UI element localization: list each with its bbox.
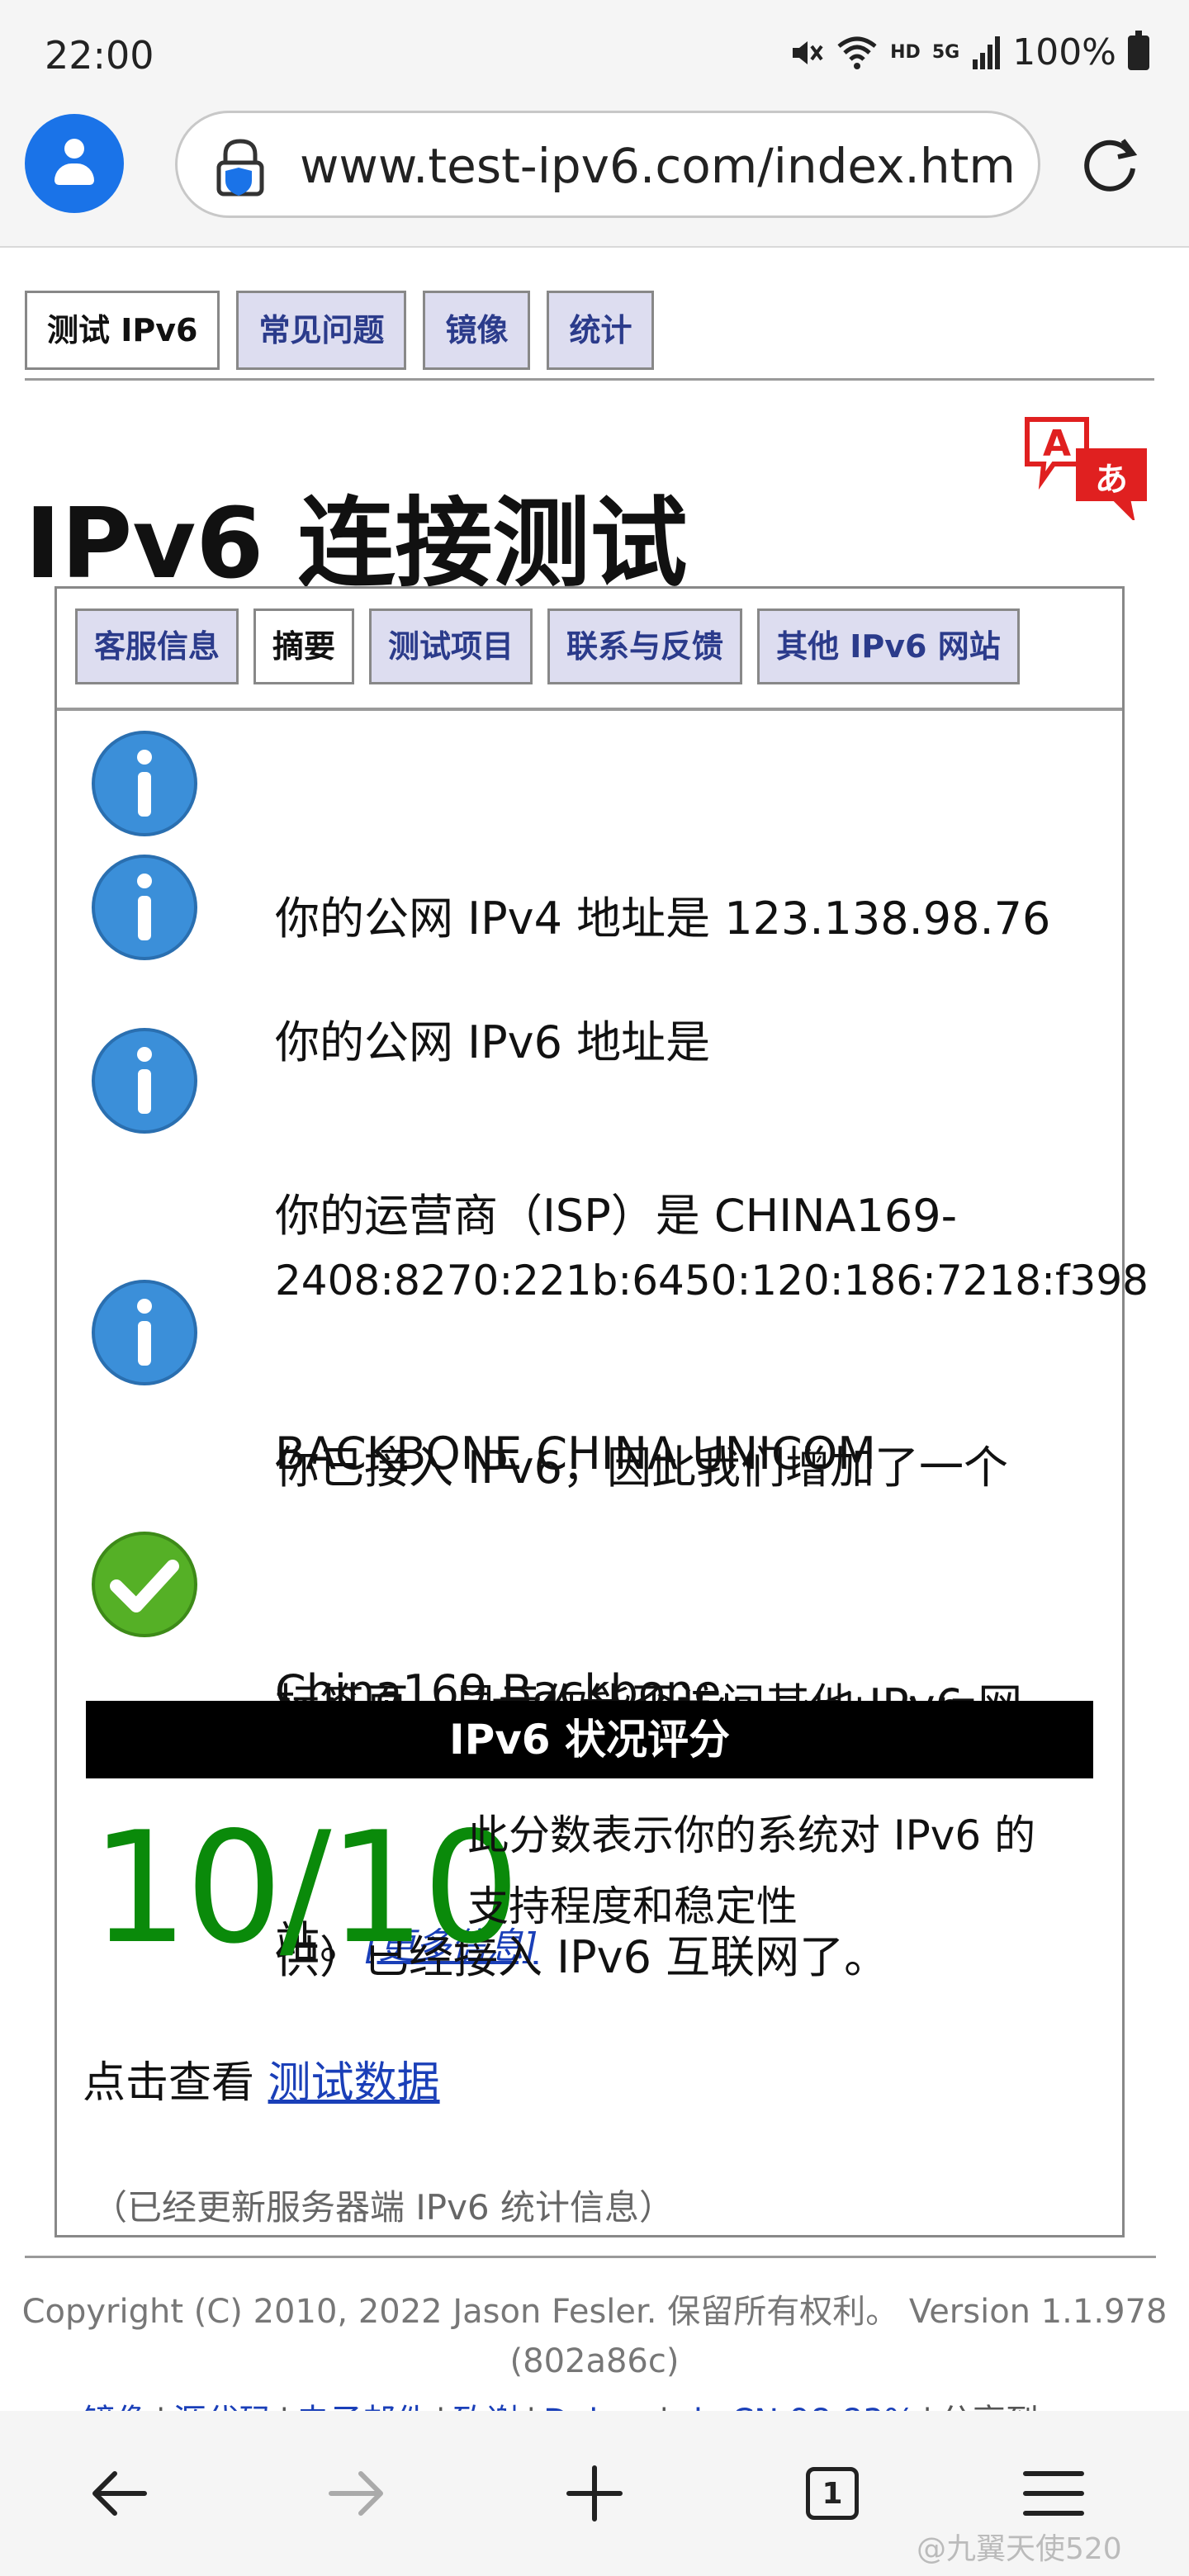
mute-icon xyxy=(793,40,823,64)
tab-faq[interactable]: 常见问题 xyxy=(236,291,407,370)
profile-avatar-icon[interactable] xyxy=(25,114,124,213)
wifi-icon xyxy=(837,36,877,69)
svg-text:あ: あ xyxy=(1095,461,1128,499)
reload-icon[interactable] xyxy=(1075,129,1144,198)
browser-toolbar: www.test-ipv6.com/index.htm xyxy=(0,107,1189,248)
back-button[interactable] xyxy=(69,2444,168,2543)
test-data-link[interactable]: 测试数据 xyxy=(268,2058,440,2108)
tab-stats[interactable]: 统计 xyxy=(547,291,655,370)
info-icon xyxy=(92,731,197,836)
tab-count: 1 xyxy=(806,2467,859,2520)
watermark: @九翼天使520 xyxy=(917,2532,1122,2566)
svg-text:A: A xyxy=(1043,423,1071,465)
info-icon xyxy=(92,1280,197,1385)
info-icon xyxy=(92,855,197,960)
menu-icon xyxy=(1023,2471,1084,2516)
new-tab-button[interactable] xyxy=(545,2444,644,2543)
test-data-line: 点击查看 测试数据 xyxy=(83,2058,440,2108)
results-box: 客服信息 摘要 测试项目 联系与反馈 其他 IPv6 网站 你的公网 IPv4 … xyxy=(54,586,1149,2237)
tab-contact-info[interactable]: 客服信息 xyxy=(75,608,239,684)
status-time: 22:00 xyxy=(45,33,154,78)
battery-percent: 100% xyxy=(1012,31,1116,73)
arrow-left-icon xyxy=(92,2471,147,2516)
arrow-right-icon xyxy=(329,2471,383,2516)
divider xyxy=(57,708,1122,711)
score-description: 此分数表示你的系统对 IPv6 的支持程度和稳定性 xyxy=(467,1811,1036,1930)
tab-mirrors[interactable]: 镜像 xyxy=(423,291,531,370)
page-content: 测试 IPv6 常见问题 镜像 统计 A あ IPv6 连接测试 客服信息 摘要… xyxy=(0,248,1189,2427)
tab-test-ipv6[interactable]: 测试 IPv6 xyxy=(25,291,220,370)
address-bar[interactable]: www.test-ipv6.com/index.htm xyxy=(175,111,1040,218)
score-header: IPv6 状况评分 xyxy=(86,1701,1093,1778)
url-text[interactable]: www.test-ipv6.com/index.htm xyxy=(300,138,1026,194)
forward-button[interactable] xyxy=(307,2444,406,2543)
network-indicator: 5G xyxy=(931,42,960,63)
status-bar: 22:00 HD 5G 100% xyxy=(0,0,1189,107)
score-value: 10/10 xyxy=(91,1798,520,1977)
status-icons: HD 5G 100% xyxy=(788,30,1149,73)
divider xyxy=(25,378,1154,381)
tab-tests-run[interactable]: 测试项目 xyxy=(369,608,533,684)
battery-icon xyxy=(1128,30,1149,70)
hd-indicator: HD xyxy=(890,42,921,63)
tab-summary[interactable]: 摘要 xyxy=(253,608,355,684)
lock-icon[interactable] xyxy=(214,138,267,197)
translate-icon[interactable]: A あ xyxy=(1021,413,1153,520)
copyright: Copyright (C) 2010, 2022 Jason Fesler. 保… xyxy=(21,2293,1168,2380)
plus-icon xyxy=(566,2465,623,2522)
check-icon xyxy=(92,1532,197,1637)
stats-note: （已经更新服务器端 IPv6 统计信息） xyxy=(92,2187,674,2228)
divider xyxy=(25,2256,1156,2258)
tab-other-ipv6-sites[interactable]: 其他 IPv6 网站 xyxy=(757,608,1020,684)
tabs-button[interactable]: 1 xyxy=(783,2444,882,2543)
signal-icon xyxy=(973,36,1001,69)
top-tabs: 测试 IPv6 常见问题 镜像 统计 xyxy=(25,291,655,370)
page-title: IPv6 连接测试 xyxy=(25,486,688,600)
inner-tabs: 客服信息 摘要 测试项目 联系与反馈 其他 IPv6 网站 xyxy=(75,608,1020,684)
info-icon xyxy=(92,1028,197,1134)
tab-feedback[interactable]: 联系与反馈 xyxy=(547,608,743,684)
